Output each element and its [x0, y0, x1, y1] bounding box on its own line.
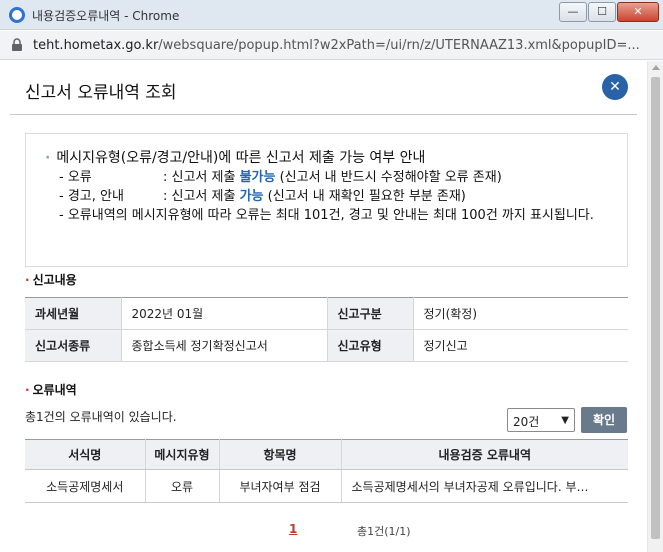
lock-icon: [12, 38, 22, 51]
warn-blue: 가능: [239, 189, 264, 204]
pager-total: 총1건(1/1): [357, 525, 411, 538]
pager-page-link[interactable]: 1: [289, 522, 297, 536]
table-row: 신고서종류 종합소득세 정기확정신고서 신고유형 정기신고: [25, 329, 628, 362]
error-key: - 오류: [59, 170, 92, 185]
error-table: 서식명 메시지유형 항목명 내용검증 오류내역 소득공제명세서 오류 부녀자여부…: [25, 439, 628, 503]
section-bullet-icon: ·: [25, 273, 30, 287]
col-error-detail: 내용검증 오류내역: [341, 439, 628, 470]
tax-year-label: 과세년월: [25, 297, 122, 330]
close-icon[interactable]: ✕: [602, 74, 628, 100]
confirm-button[interactable]: 확인: [581, 407, 627, 433]
notice-warn-line: - 경고, 안내 : 신고서 제출 가능 (신고서 내 재확인 필요한 부분 존재…: [45, 187, 627, 206]
col-message-type: 메시지유형: [145, 439, 220, 470]
window-titlebar: 내용검증오류내역 - Chrome — ☐ ✕: [0, 0, 663, 30]
notice-heading: · 메시지유형(오류/경고/안내)에 따른 신고서 제출 가능 여부 안내: [45, 148, 627, 168]
url-path: /websquare/popup.html?w2xPath=/ui/rn/z/U…: [158, 38, 640, 53]
cell-error-detail: 소득공제명세서의 부녀자공제 오류입니다. 부…: [341, 469, 628, 503]
bullet-icon: ·: [45, 150, 51, 166]
tax-year-value: 2022년 01월: [121, 297, 328, 330]
warn-pre: : 신고서 제출: [163, 189, 240, 204]
scroll-thumb[interactable]: [651, 77, 660, 539]
popup-title: 신고서 오류내역 조회: [25, 83, 177, 103]
window-title: 내용검증오류내역 - Chrome: [32, 9, 180, 23]
form-type-value: 종합소득세 정기확정신고서: [121, 329, 328, 362]
error-list-title-text: 오류내역: [32, 383, 77, 397]
url-host: teht.hometax.go.kr: [33, 38, 159, 53]
error-count-text: 총1건의 오류내역이 있습니다.: [25, 410, 177, 424]
notice-box: · 메시지유형(오류/경고/안내)에 따른 신고서 제출 가능 여부 안내 - 오…: [25, 133, 628, 267]
col-item-name: 항목명: [219, 439, 342, 470]
error-post: (신고서 내 반드시 수정해야할 오류 존재): [275, 170, 502, 185]
report-type-value: 정기(확정): [413, 297, 628, 330]
report-info-section-title: · 신고내용: [25, 271, 77, 288]
report-info-table: 과세년월 2022년 01월 신고구분 정기(확정) 신고서종류 종합소득세 정…: [25, 297, 628, 362]
chrome-icon: [9, 7, 25, 23]
section-bullet-icon: ·: [25, 383, 30, 397]
table-row[interactable]: 소득공제명세서 오류 부녀자여부 점검 소득공제명세서의 부녀자공제 오류입니다…: [25, 469, 628, 503]
cell-message-type: 오류: [145, 469, 220, 503]
table-header-row: 서식명 메시지유형 항목명 내용검증 오류내역: [25, 439, 628, 470]
chevron-down-icon: ▼: [561, 415, 569, 426]
filing-type-label: 신고유형: [327, 329, 414, 362]
notice-heading-text: 메시지유형(오류/경고/안내)에 따른 신고서 제출 가능 여부 안내: [56, 150, 426, 166]
report-info-title-text: 신고내용: [32, 273, 77, 287]
report-type-label: 신고구분: [327, 297, 414, 330]
error-pre: : 신고서 제출: [163, 170, 240, 185]
url-text[interactable]: teht.hometax.go.kr/websquare/popup.html?…: [33, 38, 655, 53]
error-blue: 불가능: [239, 170, 276, 185]
form-type-label: 신고서종류: [25, 329, 122, 362]
page-size-select[interactable]: 20건 ▼: [507, 408, 575, 432]
col-form-name: 서식명: [25, 439, 146, 470]
cell-form-name: 소득공제명세서: [25, 469, 146, 503]
notice-limit-line: - 오류내역의 메시지유형에 따라 오류는 최대 101건, 경고 및 안내는 …: [59, 208, 594, 223]
cell-item-name: 부녀자여부 점검: [219, 469, 342, 503]
error-list-section-title: · 오류내역: [25, 381, 77, 398]
scroll-up-icon[interactable]: [652, 65, 660, 70]
warn-key: - 경고, 안내: [59, 189, 124, 204]
title-divider: [10, 114, 637, 115]
window-close-button[interactable]: ✕: [617, 2, 659, 22]
filing-type-value: 정기신고: [413, 329, 628, 362]
scrollbar[interactable]: [647, 61, 663, 552]
minimize-button[interactable]: —: [559, 2, 587, 22]
popup-page: 신고서 오류내역 조회 ✕ · 메시지유형(오류/경고/안내)에 따른 신고서 제…: [0, 61, 647, 552]
notice-error-line: - 오류 : 신고서 제출 불가능 (신고서 내 반드시 수정해야할 오류 존재): [45, 168, 627, 187]
maximize-button[interactable]: ☐: [588, 2, 616, 22]
page-size-value: 20건: [513, 415, 540, 429]
table-row: 과세년월 2022년 01월 신고구분 정기(확정): [25, 297, 628, 330]
address-bar[interactable]: teht.hometax.go.kr/websquare/popup.html?…: [0, 31, 663, 60]
warn-post: (신고서 내 재확인 필요한 부분 존재): [263, 189, 466, 204]
